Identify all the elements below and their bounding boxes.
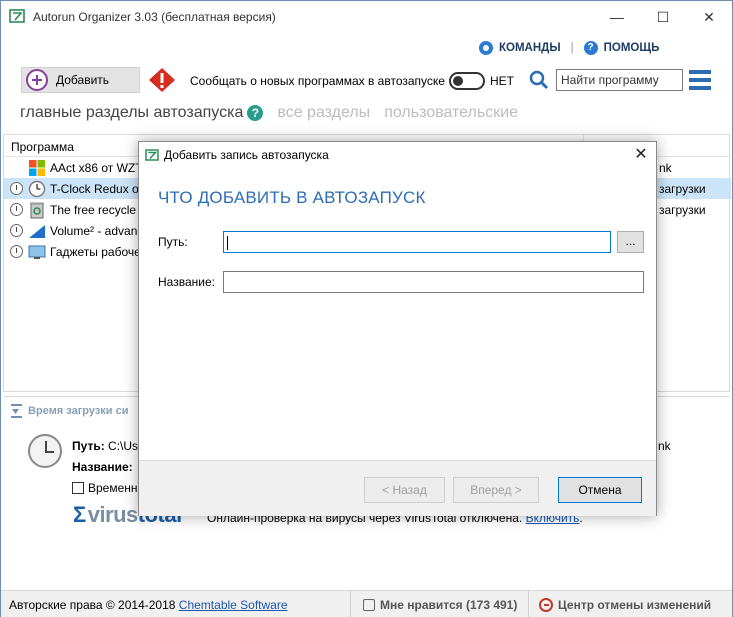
back-button[interactable]: < Назад: [364, 477, 445, 503]
status-divider: [528, 591, 529, 617]
column-program[interactable]: Программа: [11, 140, 74, 154]
dialog-title-bar: Добавить запись автозапуска ✕: [139, 142, 656, 168]
copyright-text: Авторские права © 2014-2018: [9, 598, 176, 612]
temporary-label: Временно: [88, 481, 145, 495]
dialog-title: Добавить запись автозапуска: [164, 148, 329, 162]
copyright: Авторские права © 2014-2018 Chemtable So…: [9, 598, 288, 612]
title-bar: Autorun Organizer 3.03 (бесплатная верси…: [1, 1, 732, 33]
recycle-bin-icon: [30, 202, 44, 219]
name-field-label: Название:: [158, 275, 215, 289]
name-input[interactable]: [223, 271, 644, 293]
next-button[interactable]: Вперед >: [453, 477, 539, 503]
hourglass-icon: [11, 404, 22, 418]
help-icon: ?: [583, 41, 598, 55]
hamburger-menu-icon[interactable]: [689, 70, 711, 90]
cancel-button[interactable]: Отмена: [558, 477, 642, 503]
details-right-text: nk: [658, 439, 671, 453]
browse-button[interactable]: ...: [617, 231, 644, 253]
toggle-knob: [453, 76, 463, 86]
text-caret: [227, 236, 228, 250]
list-item-key: загрузки: [659, 182, 706, 196]
status-divider: [350, 591, 351, 617]
path-input[interactable]: [223, 231, 611, 253]
list-item-name: Гаджеты рабоче: [50, 245, 141, 259]
path-field-label: Путь:: [158, 235, 188, 249]
list-item-name: Volume² - advanc: [50, 224, 144, 238]
details-path: Путь: C:\Use: [72, 439, 145, 453]
status-bar: Авторские права © 2014-2018 Chemtable So…: [1, 590, 732, 617]
like-button[interactable]: Мне нравится (173 491): [363, 598, 517, 612]
clock-icon: [10, 224, 23, 237]
warning-icon[interactable]: [148, 67, 176, 93]
minimize-button[interactable]: —: [594, 1, 640, 33]
maximize-button[interactable]: ☐: [640, 1, 686, 33]
tab-all-sections[interactable]: все разделы: [277, 104, 370, 122]
path-label: Путь:: [72, 439, 105, 453]
company-link[interactable]: Chemtable Software: [179, 598, 288, 612]
dialog-close-button[interactable]: ✕: [629, 144, 653, 166]
list-item-key: nk: [659, 161, 672, 175]
app-logo-icon: [145, 149, 159, 161]
temporary-checkbox[interactable]: [72, 482, 84, 494]
list-item-name: AAct x86 от WZT: [50, 161, 143, 175]
clock-icon: [10, 203, 23, 216]
search-input[interactable]: [556, 69, 683, 91]
window-title: Autorun Organizer 3.03 (бесплатная верси…: [33, 10, 276, 24]
close-button[interactable]: ✕: [686, 1, 732, 33]
add-button[interactable]: Добавить: [21, 67, 140, 93]
app-logo-icon: [9, 9, 25, 23]
clock-icon: [10, 245, 23, 258]
details-header: Время загрузки си: [11, 404, 129, 418]
help-link[interactable]: ПОМОЩЬ: [604, 42, 660, 54]
dialog-button-bar: < Назад Вперед > Отмена: [139, 460, 656, 516]
list-item-name: The free recycle b: [50, 203, 147, 217]
details-name: Название:: [72, 460, 133, 474]
tab-main-sections[interactable]: главные разделы автозапуска: [20, 104, 243, 122]
details-header-label: Время загрузки си: [28, 405, 129, 417]
thumbs-up-icon: [363, 599, 375, 611]
toolbar: Добавить Сообщать о новых программах в а…: [21, 65, 721, 95]
tab-user-sections[interactable]: пользовательские: [384, 104, 518, 122]
commands-link[interactable]: КОМАНДЫ: [499, 42, 561, 54]
volume-icon: [29, 225, 45, 238]
list-item-name: T-Clock Redux о: [50, 182, 139, 196]
undo-center-button[interactable]: Центр отмены изменений: [539, 598, 711, 612]
toggle-state-label: НЕТ: [490, 74, 514, 88]
add-button-label: Добавить: [56, 73, 110, 87]
virustotal-sigma-icon: Σ: [73, 502, 86, 527]
gadgets-icon: [28, 245, 46, 259]
temporary-checkbox-row[interactable]: Временно: [72, 481, 144, 495]
undo-icon: [539, 598, 553, 612]
name-label: Название:: [72, 460, 133, 474]
top-links: КОМАНДЫ | ? ПОМОЩЬ: [479, 41, 659, 55]
undo-label: Центр отмены изменений: [558, 598, 712, 612]
virustotal-logo-virus: virus: [87, 502, 139, 527]
notify-toggle[interactable]: [449, 72, 485, 90]
notify-label: Сообщать о новых программах в автозапуск…: [190, 74, 445, 88]
list-item-key: загрузки: [659, 203, 706, 217]
link-separator: |: [570, 42, 574, 54]
clock-large-icon: [28, 434, 62, 468]
plus-icon: [26, 69, 48, 91]
clock-icon: [10, 182, 23, 195]
help-circle-icon[interactable]: ?: [247, 105, 264, 121]
section-tabs: главные разделы автозапуска ? все раздел…: [20, 104, 532, 122]
windows-logo-icon: [29, 160, 45, 176]
like-label: Мне нравится (173 491): [380, 598, 518, 612]
add-entry-dialog: Добавить запись автозапуска ✕ ЧТО ДОБАВИ…: [138, 141, 657, 516]
gear-icon: [479, 41, 493, 55]
tclock-icon: [28, 180, 46, 198]
search-icon[interactable]: [529, 70, 549, 90]
dialog-heading: ЧТО ДОБАВИТЬ В АВТОЗАПУСК: [158, 188, 426, 207]
